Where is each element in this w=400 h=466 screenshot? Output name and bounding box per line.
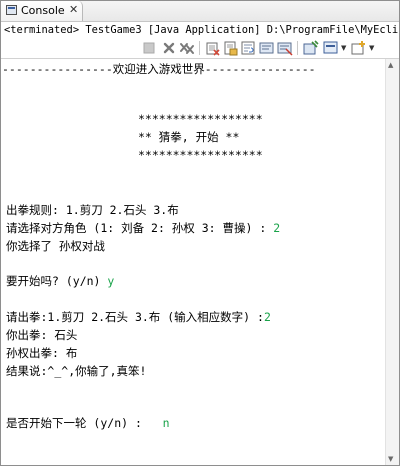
you-chose-line: 你选择了 孙权对战 (6, 239, 105, 253)
tab-console-label: Console (21, 4, 65, 17)
next-round-prompt: 是否开始下一轮 (y/n) : (6, 416, 163, 430)
tab-console[interactable]: Console ✕ (1, 1, 83, 21)
stop-icon[interactable] (141, 40, 157, 56)
chevron-down-icon[interactable]: ▼ (341, 44, 346, 52)
scroll-down-icon[interactable]: ▼ (388, 455, 393, 463)
user-input-start: y (107, 274, 115, 288)
console-status-line: <terminated> TestGame3 [Java Application… (4, 24, 399, 36)
toolbar-separator (199, 41, 200, 55)
toolbar-separator (297, 41, 298, 55)
choose-opponent-prompt: 请选择对方角色 (1: 刘备 2: 孙权 3: 曹操) : (6, 221, 274, 235)
punch-prompt-line: 请出拳:1.剪刀 2.石头 3.布 (输入相应数字) :2 (6, 309, 271, 326)
scroll-up-icon[interactable]: ▲ (388, 61, 393, 69)
chevron-down-icon[interactable]: ▼ (369, 44, 374, 52)
remove-launch-icon[interactable] (161, 40, 177, 56)
console-header-line: ----------------欢迎进入游戏世界---------------- (2, 62, 316, 76)
console-icon (6, 5, 17, 15)
console-toolbar: ▼ ▼ (1, 38, 399, 59)
pin-console-icon[interactable] (303, 40, 319, 56)
start-prompt-line: 要开始吗? (y/n) y (6, 273, 114, 290)
remove-all-launches-icon[interactable] (179, 40, 195, 56)
console-output[interactable]: ----------------欢迎进入游戏世界----------------… (1, 59, 385, 465)
vertical-scrollbar[interactable]: ▲ ▼ (385, 59, 399, 465)
choose-opponent-line: 请选择对方角色 (1: 刘备 2: 孙权 3: 曹操) : 2 (6, 220, 280, 237)
user-input-next-round: n (162, 416, 170, 430)
rules-line: 出拳规则: 1.剪刀 2.石头 3.布 (6, 203, 179, 217)
show-on-error-icon[interactable] (277, 40, 293, 56)
next-round-line: 是否开始下一轮 (y/n) : n (6, 415, 170, 432)
result-line: 结果说:^_^,你输了,真笨! (6, 364, 147, 378)
console-window: Console ✕ <terminated> TestGame3 [Java A… (0, 0, 400, 466)
punch-prompt: 请出拳:1.剪刀 2.石头 3.布 (输入相应数字) : (6, 310, 264, 324)
banner-title: ** 猜拳, 开始 ** (138, 130, 240, 144)
display-selected-console-icon[interactable] (323, 40, 339, 56)
scroll-lock-icon[interactable] (223, 40, 239, 56)
user-input-opponent: 2 (273, 221, 281, 235)
your-punch-line: 你出拳: 石头 (6, 328, 78, 342)
opponent-punch-line: 孙权出拳: 布 (6, 346, 78, 360)
clear-console-icon[interactable] (205, 40, 221, 56)
show-on-output-icon[interactable] (259, 40, 275, 56)
start-prompt: 要开始吗? (y/n) (6, 274, 108, 288)
view-tab-bar: Console ✕ (1, 1, 399, 22)
banner-stars-top: ****************** (138, 112, 263, 126)
banner-stars-bottom: ****************** (138, 148, 263, 162)
close-icon[interactable]: ✕ (69, 3, 78, 16)
open-console-icon[interactable] (351, 40, 367, 56)
word-wrap-icon[interactable] (241, 40, 257, 56)
user-input-punch: 2 (263, 310, 271, 324)
